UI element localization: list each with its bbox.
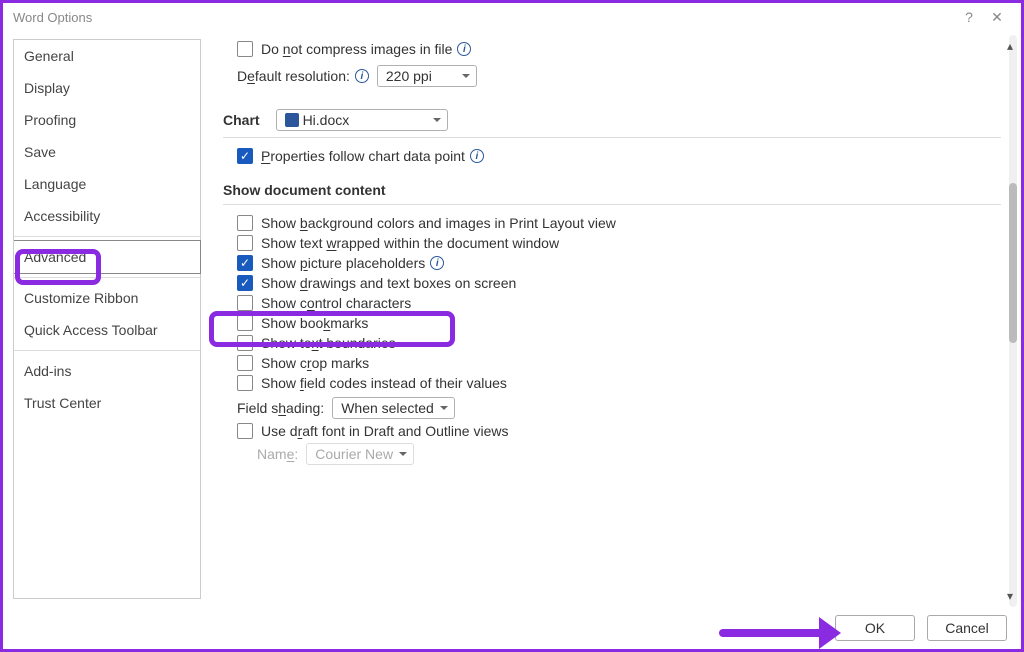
draft-font-name-select: Courier New — [306, 443, 414, 465]
sidebar-item-save[interactable]: Save — [14, 136, 200, 168]
field-codes-checkbox[interactable] — [237, 375, 253, 391]
crop-marks-checkbox[interactable] — [237, 355, 253, 371]
scroll-thumb[interactable] — [1009, 183, 1017, 343]
scroll-down-icon[interactable]: ▾ — [1007, 589, 1013, 603]
crop-marks-label: Show crop marks — [261, 355, 369, 371]
sidebar-item-trust-center[interactable]: Trust Center — [14, 387, 200, 419]
wrap-label: Show text wrapped within the document wi… — [261, 235, 559, 251]
sidebar-item-display[interactable]: Display — [14, 72, 200, 104]
bookmarks-checkbox[interactable] — [237, 315, 253, 331]
info-icon[interactable]: i — [457, 42, 471, 56]
scrollbar[interactable]: ▴ ▾ — [1005, 35, 1021, 607]
document-icon — [285, 113, 299, 127]
sidebar-item-customize-ribbon[interactable]: Customize Ribbon — [14, 282, 200, 314]
field-shading-select[interactable]: When selected — [332, 397, 455, 419]
properties-label: Properties follow chart data point — [261, 148, 465, 164]
info-icon[interactable]: i — [430, 256, 444, 270]
draft-font-checkbox[interactable] — [237, 423, 253, 439]
draft-font-label: Use draft font in Draft and Outline view… — [261, 423, 508, 439]
bg-label: Show background colors and images in Pri… — [261, 215, 616, 231]
info-icon[interactable]: i — [355, 69, 369, 83]
field-codes-label: Show field codes instead of their values — [261, 375, 507, 391]
drawings-checkbox[interactable] — [237, 275, 253, 291]
draft-font-name-label: Name: — [257, 446, 298, 462]
picture-placeholders-label: Show picture placeholders — [261, 255, 425, 271]
info-icon[interactable]: i — [470, 149, 484, 163]
default-resolution-select[interactable]: 220 ppi — [377, 65, 477, 87]
sidebar-item-advanced[interactable]: Advanced — [14, 240, 201, 274]
control-chars-label: Show control characters — [261, 295, 411, 311]
sidebar-item-addins[interactable]: Add-ins — [14, 355, 200, 387]
scroll-up-icon[interactable]: ▴ — [1007, 39, 1013, 53]
sidebar-item-accessibility[interactable]: Accessibility — [14, 200, 200, 232]
content-pane: Do not compress images in file i Default… — [201, 31, 1021, 607]
show-content-section: Show document content — [223, 182, 1001, 198]
text-boundaries-checkbox[interactable] — [237, 335, 253, 351]
properties-checkbox[interactable] — [237, 148, 253, 164]
chart-file-select[interactable]: Hi.docx — [276, 109, 448, 131]
help-button[interactable]: ? — [955, 9, 983, 25]
compress-label: Do not compress images in file — [261, 41, 452, 57]
wrap-checkbox[interactable] — [237, 235, 253, 251]
chart-section-label: Chart — [223, 112, 260, 128]
sidebar-item-language[interactable]: Language — [14, 168, 200, 200]
sidebar-item-quick-access[interactable]: Quick Access Toolbar — [14, 314, 200, 346]
cancel-button[interactable]: Cancel — [927, 615, 1007, 641]
bookmarks-label: Show bookmarks — [261, 315, 368, 331]
sidebar: General Display Proofing Save Language A… — [13, 39, 201, 599]
text-boundaries-label: Show text boundaries — [261, 335, 396, 351]
compress-checkbox[interactable] — [237, 41, 253, 57]
sidebar-item-proofing[interactable]: Proofing — [14, 104, 200, 136]
default-resolution-label: Default resolution: — [237, 68, 350, 84]
drawings-label: Show drawings and text boxes on screen — [261, 275, 516, 291]
control-chars-checkbox[interactable] — [237, 295, 253, 311]
sidebar-item-general[interactable]: General — [14, 40, 200, 72]
field-shading-label: Field shading: — [237, 400, 324, 416]
dialog-title: Word Options — [13, 10, 92, 25]
close-button[interactable]: ✕ — [983, 9, 1011, 26]
bg-checkbox[interactable] — [237, 215, 253, 231]
picture-placeholders-checkbox[interactable] — [237, 255, 253, 271]
